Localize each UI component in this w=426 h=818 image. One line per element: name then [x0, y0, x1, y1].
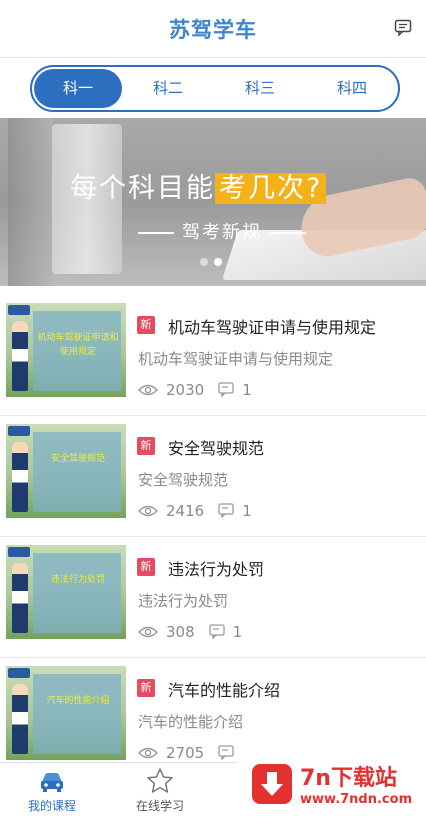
- comment-icon: [208, 624, 225, 639]
- segment-subject-2[interactable]: 科二: [124, 69, 212, 108]
- article-title: 违法行为处罚: [168, 560, 265, 579]
- thumbnail-officer-figure: [12, 442, 28, 512]
- comment-icon: [218, 745, 234, 760]
- segment-subject-3[interactable]: 科三: [216, 69, 304, 108]
- new-badge: 新: [137, 437, 155, 455]
- article-thumbnail: 安全驾驶规范: [6, 424, 126, 518]
- view-count: 2705: [166, 743, 205, 762]
- article-summary: 违法行为处罚: [138, 592, 229, 610]
- thumbnail-board: [33, 674, 121, 754]
- eye-icon: [138, 747, 158, 758]
- comment-count: 1: [242, 501, 252, 520]
- tab-label: 我的课程: [27, 799, 76, 813]
- banner-headline-main: 每个科目能: [70, 173, 215, 204]
- eye-icon: [138, 384, 158, 395]
- article-meta: 2705: [138, 743, 242, 762]
- article-title: 汽车的性能介绍: [168, 681, 281, 700]
- watermark-url: www.7ndn.com: [300, 792, 413, 807]
- banner-pager: [200, 251, 228, 270]
- banner-headline: 每个科目能 考几次?: [70, 166, 327, 205]
- view-count: 308: [166, 622, 195, 641]
- thumbnail-text: 机动车驾驶证申请和使用规定: [37, 333, 119, 357]
- watermark-title: 7n下载站: [300, 766, 397, 791]
- thumbnail-officer-figure: [12, 684, 28, 754]
- banner-subtitle-line-left: [138, 232, 174, 234]
- article-card[interactable]: 违法行为处罚 新 违法行为处罚 违法行为处罚 308 1: [0, 538, 426, 658]
- article-title: 机动车驾驶证申请与使用规定: [168, 318, 377, 337]
- comment-count: 1: [242, 380, 252, 399]
- car-icon: [41, 773, 63, 792]
- article-card[interactable]: 机动车驾驶证申请和使用规定 新 机动车驾驶证申请与使用规定 机动车驾驶证申请与使…: [0, 296, 426, 416]
- site-watermark: 7n下载站 www.7ndn.com: [238, 752, 426, 818]
- thumbnail-text: 违法行为处罚: [50, 575, 105, 585]
- banner-subtitle-line-right: [270, 232, 306, 234]
- subject-segmented-control: 科一 科二 科三 科四: [30, 65, 400, 112]
- new-badge: 新: [137, 558, 155, 576]
- thumbnail-board: [33, 553, 121, 633]
- article-meta: 2416 1: [138, 501, 266, 520]
- article-thumbnail: 违法行为处罚: [6, 545, 126, 639]
- article-thumbnail: 汽车的性能介绍: [6, 666, 126, 760]
- promo-banner[interactable]: 每个科目能 考几次? 驾考新规: [0, 118, 426, 286]
- tab-label: 在线学习: [135, 799, 184, 813]
- article-card[interactable]: 安全驾驶规范 新 安全驾驶规范 安全驾驶规范 2416 1: [0, 417, 426, 537]
- download-arrow-icon: [252, 764, 292, 804]
- star-icon: [147, 768, 173, 793]
- thumbnail-logo: [8, 426, 30, 436]
- article-summary: 机动车驾驶证申请与使用规定: [138, 350, 334, 368]
- banner-subtitle: 驾考新规: [130, 218, 314, 244]
- new-badge: 新: [137, 316, 155, 334]
- thumbnail-officer-figure: [12, 563, 28, 633]
- comment-count: 1: [232, 622, 243, 641]
- view-count: 2030: [166, 380, 205, 399]
- comment-icon: [218, 503, 234, 518]
- tab-my-courses[interactable]: 我的课程: [12, 767, 92, 814]
- thumbnail-logo: [8, 668, 30, 678]
- banner-monitor-shape: [8, 118, 53, 286]
- thumbnail-text: 汽车的性能介绍: [46, 696, 110, 706]
- app-header: 苏驾学车: [0, 0, 426, 58]
- banner-dot[interactable]: [200, 258, 208, 266]
- thumbnail-logo: [8, 305, 30, 315]
- segment-subject-1[interactable]: 科一: [34, 69, 122, 108]
- eye-icon: [138, 505, 158, 516]
- banner-subtitle-text: 驾考新规: [182, 222, 262, 243]
- segment-subject-4[interactable]: 科四: [308, 69, 396, 108]
- message-icon[interactable]: [394, 19, 412, 37]
- thumbnail-text: 安全驾驶规范: [50, 454, 105, 464]
- banner-headline-highlight: 考几次?: [215, 173, 327, 204]
- thumbnail-logo: [8, 547, 30, 557]
- app-title: 苏驾学车: [169, 18, 257, 42]
- eye-icon: [138, 626, 158, 637]
- article-meta: 308 1: [138, 622, 256, 641]
- view-count: 2416: [166, 501, 205, 520]
- article-summary: 安全驾驶规范: [138, 471, 229, 489]
- comment-icon: [218, 382, 234, 397]
- thumbnail-board: [33, 432, 121, 512]
- article-meta: 2030 1: [138, 380, 266, 399]
- new-badge: 新: [137, 679, 155, 697]
- tab-online-learning[interactable]: 在线学习: [120, 767, 200, 814]
- article-title: 安全驾驶规范: [168, 439, 265, 458]
- article-summary: 汽车的性能介绍: [138, 713, 244, 731]
- thumbnail-officer-figure: [12, 321, 28, 391]
- article-thumbnail: 机动车驾驶证申请和使用规定: [6, 303, 126, 397]
- banner-dot-active[interactable]: [214, 258, 222, 266]
